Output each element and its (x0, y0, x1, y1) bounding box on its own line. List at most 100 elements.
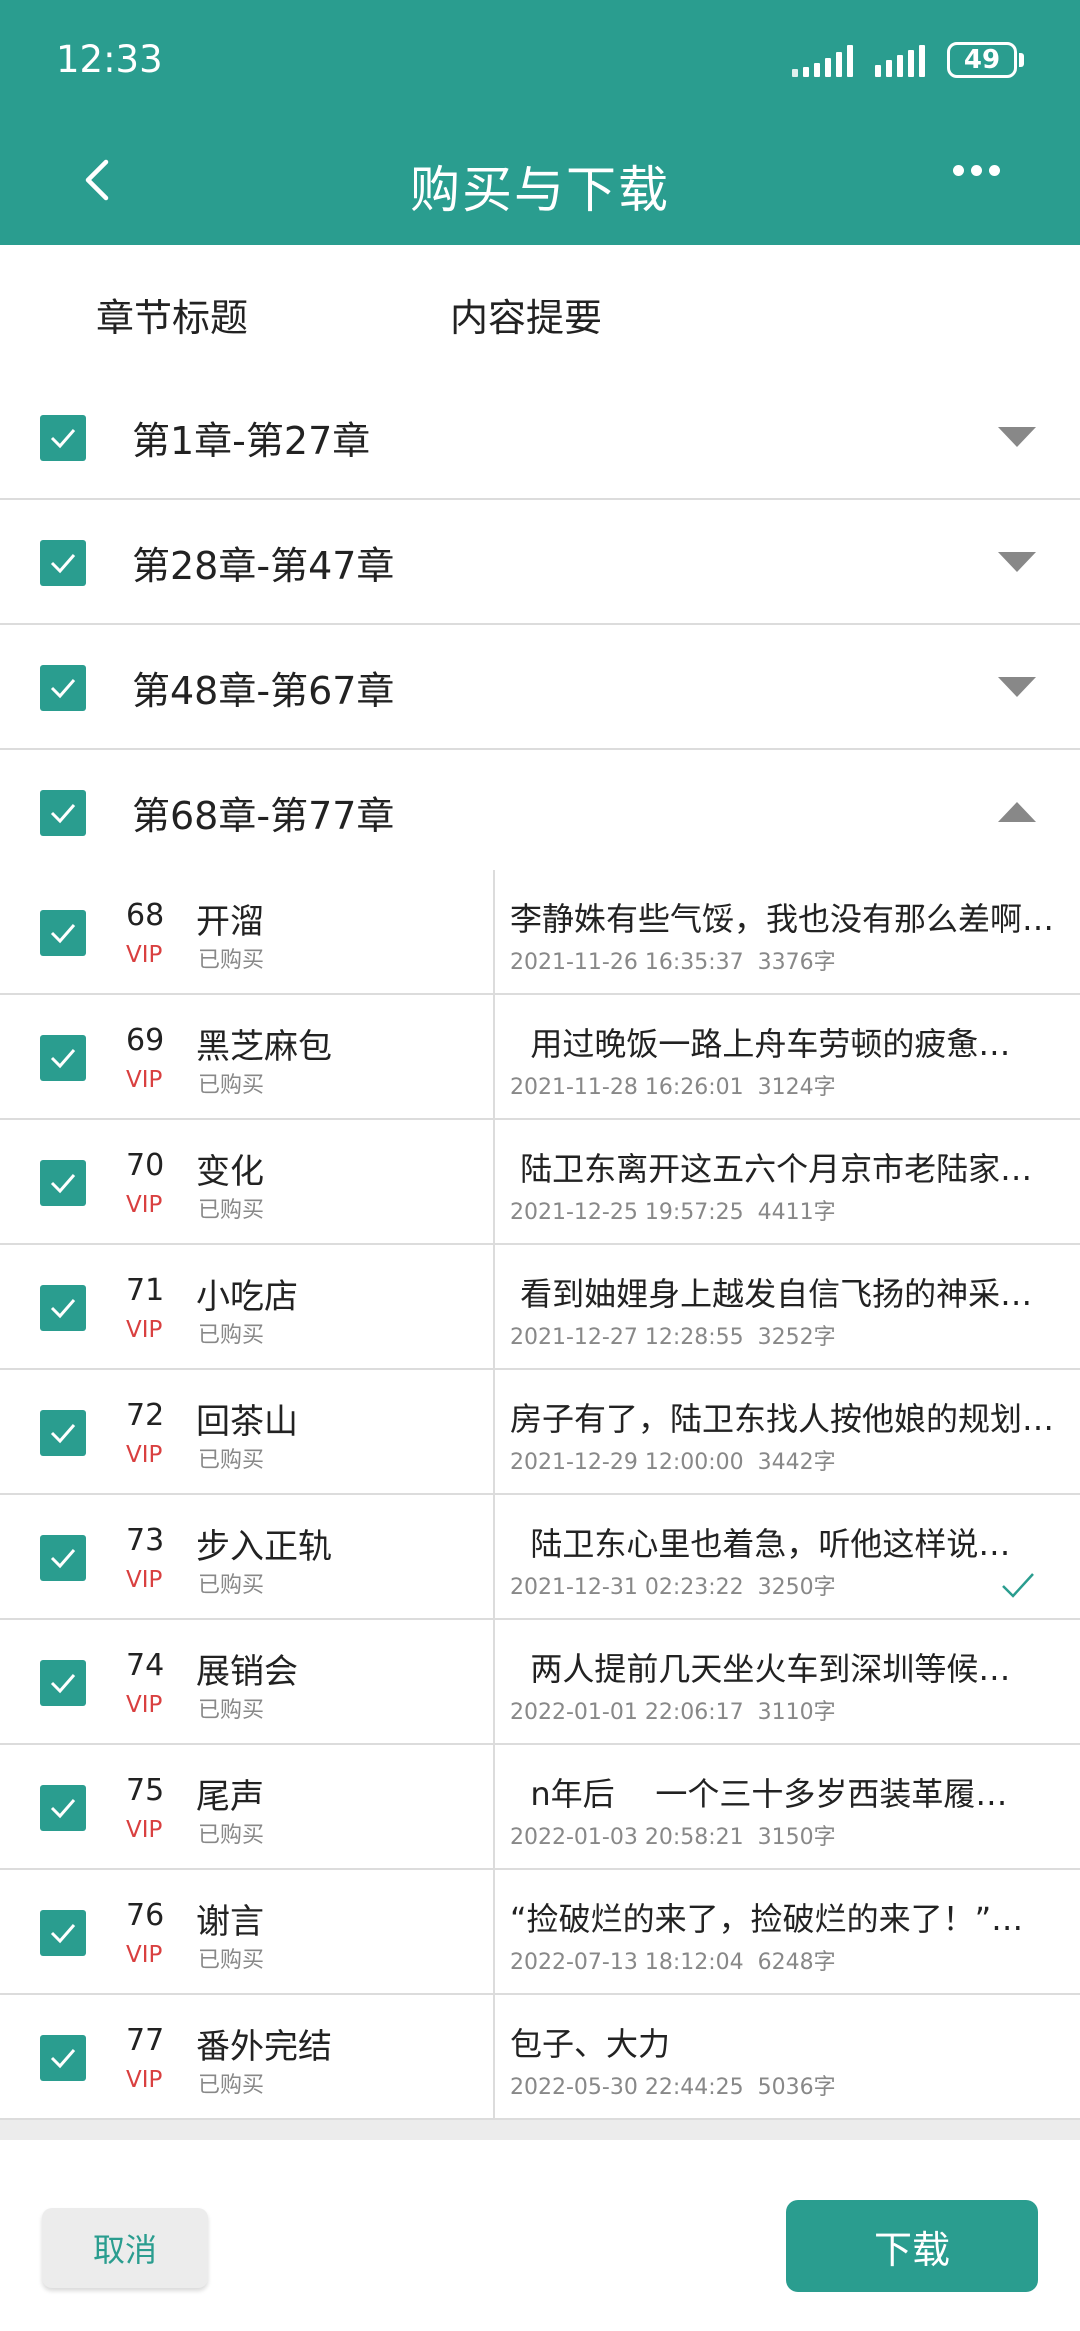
group-checkbox[interactable] (40, 790, 86, 836)
chapter-checkbox[interactable] (40, 1535, 86, 1581)
check-icon (50, 1674, 76, 1694)
column-tabs: 章节标题 内容提要 (0, 245, 1080, 375)
chapter-summary: 两人提前几天坐火车到深圳等候… (510, 1650, 1011, 1688)
chapter-meta: 2022-01-01 22:06:17 3110字 (510, 1700, 836, 1725)
chapter-title: 回茶山 (196, 1402, 298, 1442)
tab-content-summary[interactable]: 内容提要 (450, 287, 602, 342)
vip-badge: VIP (126, 1692, 163, 1718)
chapter-summary: 用过晚饭一路上舟车劳顿的疲惫… (510, 1025, 1011, 1063)
chapter-group-expanded[interactable]: 第68章-第77章 (0, 750, 1080, 875)
group-label: 第28章-第47章 (132, 544, 395, 588)
chapter-checkbox[interactable] (40, 1160, 86, 1206)
chapter-checkbox[interactable] (40, 1285, 86, 1331)
vip-badge: VIP (126, 1567, 163, 1593)
more-dots-icon (953, 165, 964, 176)
chapter-row[interactable]: 73 VIP 步入正轨 已购买 陆卫东心里也着急，听他这样说… 2021-12-31 0… (0, 1495, 1080, 1620)
more-button[interactable] (953, 165, 1000, 176)
chapter-meta: 2022-07-13 18:12:04 6248字 (510, 1950, 836, 1975)
column-divider (493, 1495, 495, 1618)
vip-badge: VIP (126, 1317, 163, 1343)
check-icon (50, 554, 76, 574)
chapter-row[interactable]: 76 VIP 谢言 已购买 “捡破烂的来了，捡破烂的来了！”… 2022-07-13 18… (0, 1870, 1080, 1995)
chapter-title: 尾声 (196, 1777, 264, 1817)
chapter-meta: 2021-12-31 02:23:22 3250字 (510, 1575, 836, 1600)
chapter-row[interactable]: 77 VIP 番外完结 已购买 包子、大力 2022-05-30 22:44:25 503… (0, 1995, 1080, 2120)
chapter-title: 开溜 (196, 902, 264, 942)
column-divider (493, 1995, 495, 2118)
chapter-checkbox[interactable] (40, 2035, 86, 2081)
chapter-summary: 房子有了，陆卫东找人按他娘的规划… (510, 1400, 1055, 1438)
chapter-title: 番外完结 (196, 2027, 332, 2067)
chapter-number: 69 (126, 1023, 165, 1058)
purchase-status: 已购买 (198, 1198, 265, 1223)
column-divider (493, 1245, 495, 1368)
check-icon (50, 924, 76, 944)
download-button[interactable]: 下载 (786, 2200, 1038, 2292)
chapter-number: 71 (126, 1273, 165, 1308)
group-checkbox[interactable] (40, 540, 86, 586)
group-checkbox[interactable] (40, 665, 86, 711)
page-title: 购买与下载 (410, 161, 670, 219)
nav-bar: 购买与下载 (0, 130, 1080, 230)
column-divider (493, 870, 495, 993)
chapter-number: 77 (126, 2023, 165, 2058)
footer-bar: 取消 下载 (0, 2140, 1080, 2331)
chapter-row[interactable]: 70 VIP 变化 已购买 陆卫东离开这五六个月京市老陆家… 2021-12-25 19… (0, 1120, 1080, 1245)
group-checkbox[interactable] (40, 415, 86, 461)
chapter-checkbox[interactable] (40, 1785, 86, 1831)
chapter-row[interactable]: 72 VIP 回茶山 已购买 房子有了，陆卫东找人按他娘的规划… 2021-12-29 1… (0, 1370, 1080, 1495)
chapter-group[interactable]: 第1章-第27章 (0, 375, 1080, 500)
purchase-status: 已购买 (198, 1573, 265, 1598)
column-divider (493, 995, 495, 1118)
chapter-checkbox[interactable] (40, 1660, 86, 1706)
check-icon (50, 1924, 76, 1944)
expand-arrow-icon[interactable] (998, 427, 1036, 447)
purchase-status: 已购买 (198, 1948, 265, 1973)
vip-badge: VIP (126, 1817, 163, 1843)
chapter-summary: 看到妯娌身上越发自信飞扬的神采… (510, 1275, 1033, 1313)
tab-chapter-title[interactable]: 章节标题 (96, 287, 248, 342)
chapter-meta: 2022-01-03 20:58:21 3150字 (510, 1825, 836, 1850)
chapter-summary: 李静姝有些气馁，我也没有那么差啊… (510, 900, 1055, 938)
cellular-signal-icon-1 (792, 43, 853, 77)
chapter-group[interactable]: 第28章-第47章 (0, 500, 1080, 625)
chapter-row[interactable]: 69 VIP 黑芝麻包 已购买 用过晚饭一路上舟车劳顿的疲惫… 2021-11-28 1… (0, 995, 1080, 1120)
purchase-status: 已购买 (198, 1823, 265, 1848)
chapter-title: 变化 (196, 1152, 264, 1192)
top-bar: 12:33 49 购买与下载 (0, 0, 1080, 245)
expand-arrow-icon[interactable] (998, 552, 1036, 572)
cancel-button[interactable]: 取消 (42, 2208, 208, 2288)
chapter-group[interactable]: 第48章-第67章 (0, 625, 1080, 750)
downloaded-check-icon (1002, 1573, 1034, 1598)
chapter-checkbox[interactable] (40, 1910, 86, 1956)
chapter-title: 谢言 (196, 1902, 264, 1942)
chapter-meta: 2021-11-28 16:26:01 3124字 (510, 1075, 836, 1100)
purchase-status: 已购买 (198, 1448, 265, 1473)
group-label: 第68章-第77章 (132, 794, 395, 838)
chapter-row[interactable]: 75 VIP 尾声 已购买 n年后 一个三十多岁西装革履… 2022-01-03 20:… (0, 1745, 1080, 1870)
purchase-status: 已购买 (198, 948, 265, 973)
expand-arrow-icon[interactable] (998, 677, 1036, 697)
chapter-number: 73 (126, 1523, 165, 1558)
chapter-row[interactable]: 74 VIP 展销会 已购买 两人提前几天坐火车到深圳等候… 2022-01-01 22… (0, 1620, 1080, 1745)
collapse-arrow-icon[interactable] (998, 802, 1036, 822)
chapter-row[interactable]: 71 VIP 小吃店 已购买 看到妯娌身上越发自信飞扬的神采… 2021-12-27 1… (0, 1245, 1080, 1370)
chapter-checkbox[interactable] (40, 910, 86, 956)
chapter-number: 75 (126, 1773, 165, 1808)
vip-badge: VIP (126, 1442, 163, 1468)
purchase-status: 已购买 (198, 2073, 265, 2098)
vip-badge: VIP (126, 2067, 163, 2093)
group-label: 第48章-第67章 (132, 669, 395, 713)
chapter-checkbox[interactable] (40, 1035, 86, 1081)
status-time: 12:33 (56, 38, 163, 81)
chapter-number: 70 (126, 1148, 165, 1183)
check-icon (50, 804, 76, 824)
chapter-meta: 2021-11-26 16:35:37 3376字 (510, 950, 836, 975)
check-icon (50, 1049, 76, 1069)
chapter-row[interactable]: 68 VIP 开溜 已购买 李静姝有些气馁，我也没有那么差啊… 2021-11-26 16… (0, 870, 1080, 995)
chapter-checkbox[interactable] (40, 1410, 86, 1456)
check-icon (50, 1549, 76, 1569)
purchase-status: 已购买 (198, 1073, 265, 1098)
vip-badge: VIP (126, 1067, 163, 1093)
chapter-title: 展销会 (196, 1652, 298, 1692)
